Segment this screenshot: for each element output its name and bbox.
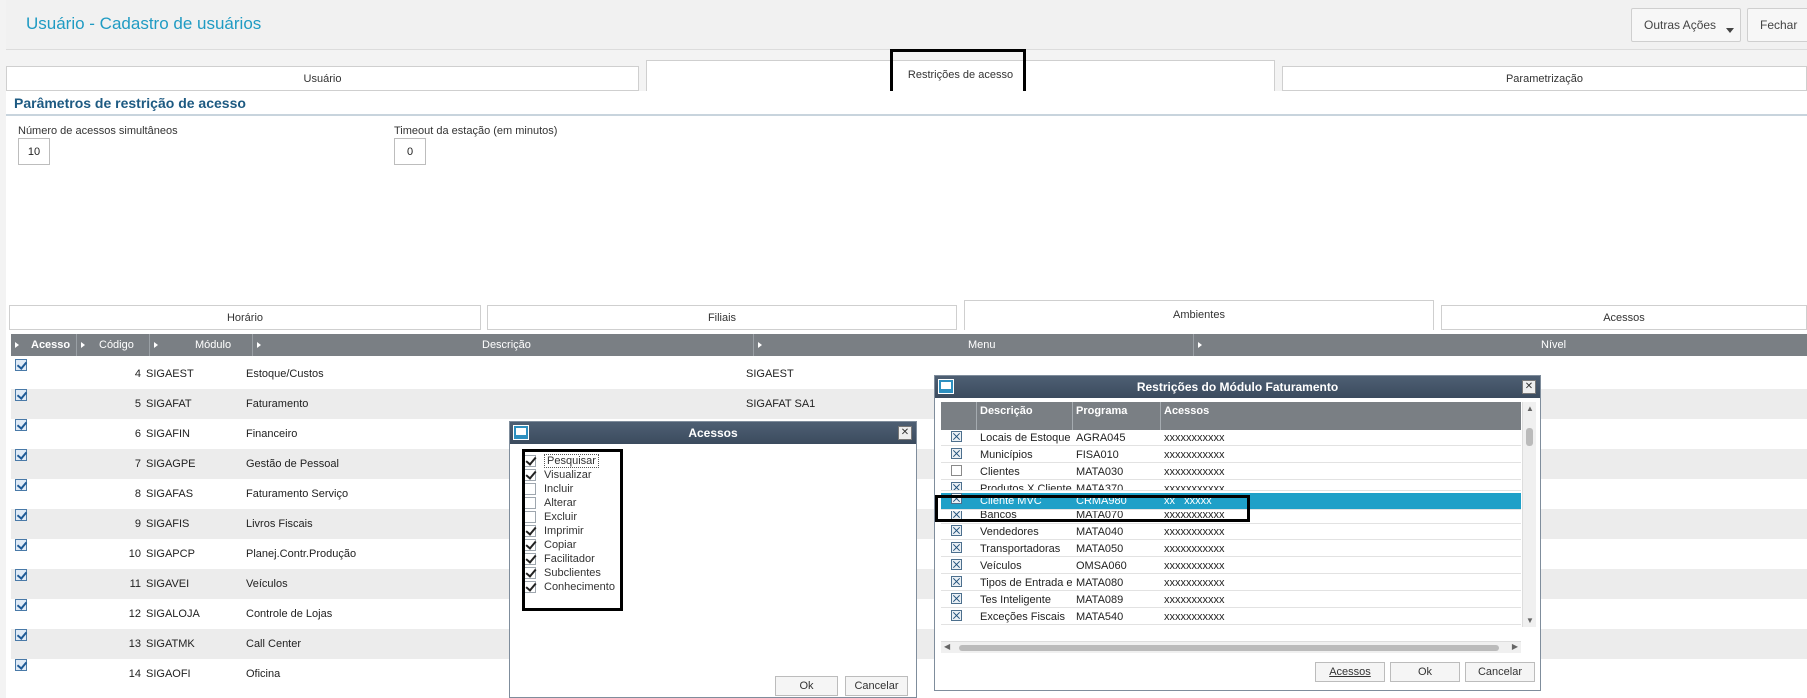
table-row[interactable]: Transportadoras MATA050 xxxxxxxxxxx bbox=[941, 542, 1521, 557]
access-checkbox[interactable] bbox=[15, 479, 27, 491]
table-row[interactable]: Exceções Fiscais MATA540 xxxxxxxxxxx bbox=[941, 610, 1521, 625]
scroll-right-icon[interactable]: ▶ bbox=[1512, 642, 1518, 651]
close-button[interactable]: Fechar bbox=[1747, 8, 1807, 42]
access-checkbox[interactable] bbox=[15, 659, 27, 671]
simultaneous-access-label: Número de acessos simultâneos bbox=[18, 125, 178, 137]
tab-usuario[interactable]: Usuário bbox=[6, 66, 639, 91]
column-header-nivel[interactable]: Nível bbox=[1194, 334, 1807, 356]
section-divider bbox=[6, 114, 1807, 116]
restriction-checkbox[interactable] bbox=[951, 448, 962, 459]
access-checkbox[interactable] bbox=[15, 359, 27, 371]
section-title: Parâmetros de restrição de acesso bbox=[14, 95, 246, 111]
restriction-checkbox[interactable] bbox=[951, 610, 962, 621]
acessos-dialog: Acessos ✕ Pesquisar Visualizar Incluir A… bbox=[509, 421, 917, 698]
table-row[interactable]: Municípios FISA010 xxxxxxxxxxx bbox=[941, 448, 1521, 463]
access-checkbox[interactable] bbox=[15, 509, 27, 521]
row-highlight-frame bbox=[935, 495, 1250, 522]
column-marker-icon bbox=[81, 342, 85, 348]
checkbox-highlight-frame bbox=[522, 449, 623, 611]
access-checkbox[interactable] bbox=[15, 569, 27, 581]
table-row[interactable]: Locais de Estoque AGRA045 xxxxxxxxxxx bbox=[941, 431, 1521, 446]
acessos-dialog-title: Acessos bbox=[688, 426, 738, 440]
restriction-checkbox[interactable] bbox=[951, 593, 962, 604]
scroll-down-icon[interactable]: ▼ bbox=[1526, 616, 1534, 625]
column-header-descricao[interactable]: Descrição bbox=[253, 334, 754, 356]
tab-filiais[interactable]: Filiais bbox=[487, 305, 957, 330]
close-icon[interactable]: ✕ bbox=[1522, 380, 1536, 394]
page-title: Usuário - Cadastro de usuários bbox=[26, 14, 262, 33]
column-header-acessos[interactable]: Acessos bbox=[1161, 402, 1521, 430]
column-marker-icon bbox=[15, 342, 19, 348]
restricoes-dialog-title: Restrições do Módulo Faturamento bbox=[1136, 380, 1339, 394]
restriction-checkbox[interactable] bbox=[951, 559, 962, 570]
column-header-descricao[interactable]: Descrição bbox=[977, 402, 1073, 430]
column-header-programa[interactable]: Programa bbox=[1073, 402, 1161, 430]
timeout-label: Timeout da estação (em minutos) bbox=[394, 125, 558, 137]
cancel-button[interactable]: Cancelar bbox=[845, 676, 908, 696]
table-row[interactable]: Vendedores MATA040 xxxxxxxxxxx bbox=[941, 525, 1521, 540]
table-row[interactable]: Tes Inteligente MATA089 xxxxxxxxxxx bbox=[941, 593, 1521, 608]
restricoes-dialog-titlebar: Restrições do Módulo Faturamento ✕ bbox=[935, 376, 1540, 398]
simultaneous-access-input[interactable]: 10 bbox=[18, 138, 50, 165]
ok-button[interactable]: Ok bbox=[1390, 662, 1460, 682]
access-checkbox[interactable] bbox=[15, 449, 27, 461]
column-header-menu[interactable]: Menu bbox=[754, 334, 1194, 356]
modules-grid-header: Acesso Código Módulo Descrição Menu Níve… bbox=[11, 334, 1807, 356]
cancel-button[interactable]: Cancelar bbox=[1465, 662, 1535, 682]
restriction-checkbox[interactable] bbox=[951, 576, 962, 587]
restriction-checkbox[interactable] bbox=[951, 431, 962, 442]
column-marker-icon bbox=[154, 342, 158, 348]
timeout-input[interactable]: 0 bbox=[394, 138, 426, 165]
column-marker-icon bbox=[1198, 342, 1202, 348]
table-row[interactable]: Veículos OMSA060 xxxxxxxxxxx bbox=[941, 559, 1521, 574]
access-checkbox[interactable] bbox=[15, 599, 27, 611]
close-icon[interactable]: ✕ bbox=[898, 426, 912, 440]
column-header-codigo[interactable]: Código bbox=[77, 334, 150, 356]
access-checkbox[interactable] bbox=[15, 419, 27, 431]
table-row[interactable]: Clientes MATA030 xxxxxxxxxxx bbox=[941, 465, 1521, 480]
tab-acessos[interactable]: Acessos bbox=[1441, 305, 1807, 330]
restrictions-grid-header: Descrição Programa Acessos bbox=[941, 402, 1521, 430]
more-actions-button[interactable]: Outras Ações bbox=[1631, 8, 1741, 42]
horizontal-scrollbar[interactable]: ◀ ▶ bbox=[941, 641, 1521, 653]
chevron-down-icon bbox=[1726, 28, 1734, 33]
close-label: Fechar bbox=[1760, 18, 1798, 32]
column-header-modulo[interactable]: Módulo bbox=[150, 334, 253, 356]
restriction-checkbox[interactable] bbox=[951, 525, 962, 536]
column-header-check bbox=[941, 402, 977, 430]
tab-ambientes[interactable]: Ambientes bbox=[964, 300, 1434, 330]
access-checkbox[interactable] bbox=[15, 389, 27, 401]
scrollbar-thumb[interactable] bbox=[959, 645, 1499, 651]
column-header-acesso[interactable]: Acesso bbox=[11, 334, 77, 356]
window-icon bbox=[938, 379, 954, 394]
tab-horario[interactable]: Horário bbox=[9, 305, 481, 330]
ok-button[interactable]: Ok bbox=[775, 676, 838, 696]
restriction-checkbox[interactable] bbox=[951, 542, 962, 553]
scrollbar-thumb[interactable] bbox=[1526, 428, 1533, 446]
column-marker-icon bbox=[758, 342, 762, 348]
page: Usuário - Cadastro de usuários Outras Aç… bbox=[0, 0, 1807, 698]
access-checkbox[interactable] bbox=[15, 629, 27, 641]
acessos-button[interactable]: Acessos bbox=[1315, 662, 1385, 682]
acessos-dialog-titlebar: Acessos ✕ bbox=[510, 422, 916, 444]
header-bar: Usuário - Cadastro de usuários Outras Aç… bbox=[6, 0, 1807, 50]
column-marker-icon bbox=[257, 342, 261, 348]
restriction-checkbox[interactable] bbox=[951, 465, 962, 476]
restriction-checkbox[interactable] bbox=[951, 482, 962, 490]
access-checkbox[interactable] bbox=[15, 539, 27, 551]
table-row[interactable]: Tipos de Entrada e MATA080 xxxxxxxxxxx bbox=[941, 576, 1521, 591]
scroll-left-icon[interactable]: ◀ bbox=[944, 642, 950, 651]
window-icon bbox=[513, 425, 529, 440]
tab-parametrizacao[interactable]: Parametrização bbox=[1282, 66, 1807, 91]
table-row[interactable]: Produtos X Clientes MATA370 xxxxxxxxxxx bbox=[941, 482, 1521, 491]
restricoes-dialog: Restrições do Módulo Faturamento ✕ Descr… bbox=[934, 375, 1541, 691]
vertical-scrollbar[interactable]: ▲ ▼ bbox=[1522, 402, 1536, 627]
more-actions-label: Outras Ações bbox=[1644, 18, 1717, 32]
tab-highlight-frame bbox=[890, 49, 1026, 97]
scroll-up-icon[interactable]: ▲ bbox=[1526, 404, 1534, 413]
